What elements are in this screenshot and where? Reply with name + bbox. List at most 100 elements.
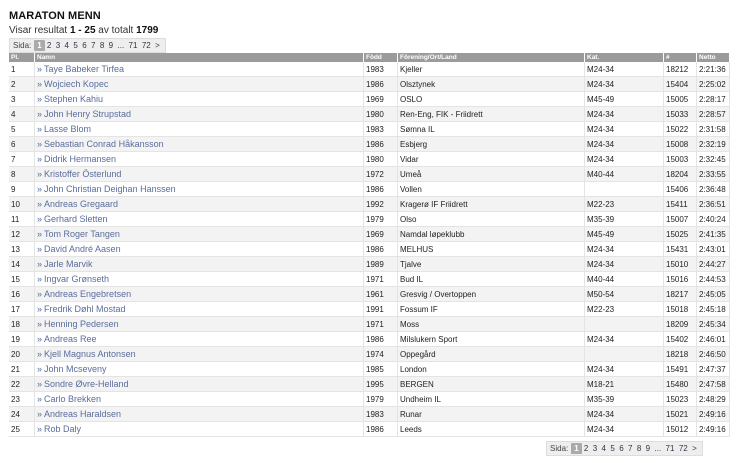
cell-born: 1986 bbox=[364, 182, 398, 197]
pager-top: Sida: 1 2 3 4 5 6 7 8 9... 71 72 > bbox=[9, 38, 166, 53]
pager-page-2[interactable]: 2 bbox=[45, 40, 54, 51]
pager-page-3[interactable]: 3 bbox=[54, 40, 63, 51]
cell-born: 1983 bbox=[364, 122, 398, 137]
runner-name-link[interactable]: Wojciech Kopec bbox=[44, 79, 108, 89]
cell-nr: 15480 bbox=[664, 377, 697, 392]
runner-name-link[interactable]: Sebastian Conrad Håkansson bbox=[44, 139, 164, 149]
pager-page-7[interactable]: 7 bbox=[89, 40, 98, 51]
pager-page-6[interactable]: 6 bbox=[80, 40, 89, 51]
double-chevron-icon: » bbox=[37, 94, 43, 104]
cell-born: 1971 bbox=[364, 317, 398, 332]
runner-name-link[interactable]: Carlo Brekken bbox=[44, 394, 101, 404]
cell-net: 2:25:02 bbox=[697, 77, 730, 92]
pager-page-8[interactable]: 8 bbox=[98, 40, 107, 51]
runner-name-link[interactable]: Kristoffer Österlund bbox=[44, 169, 121, 179]
pager-page-4[interactable]: 4 bbox=[599, 443, 608, 454]
runner-name-link[interactable]: Jarle Marvik bbox=[44, 259, 93, 269]
pager-page-2[interactable]: 2 bbox=[582, 443, 591, 454]
pager-page-71[interactable]: 71 bbox=[126, 40, 139, 51]
pager-page-1[interactable]: 1 bbox=[34, 40, 45, 51]
table-row: 4» John Henry Strupstad 1980 Ren-Eng, FIK -… bbox=[9, 107, 730, 122]
cell-nr: 15008 bbox=[664, 137, 697, 152]
pager-page-9[interactable]: 9 bbox=[643, 443, 652, 454]
runner-name-link[interactable]: Taye Babeker Tirfea bbox=[44, 64, 124, 74]
cell-name: » John Mcseveny bbox=[35, 362, 364, 377]
col-header-name[interactable]: Namn bbox=[35, 53, 364, 62]
runner-name-link[interactable]: Fredrik Døhl Mostad bbox=[44, 304, 126, 314]
table-row: 12» Tom Roger Tangen 1969 Namdal løpeklubb M… bbox=[9, 227, 730, 242]
runner-name-link[interactable]: David André Aasen bbox=[44, 244, 121, 254]
runner-name-link[interactable]: Kjell Magnus Antonsen bbox=[44, 349, 136, 359]
pager-page-5[interactable]: 5 bbox=[608, 443, 617, 454]
pager-next-button[interactable]: > bbox=[153, 40, 162, 51]
col-header-place[interactable]: Pl. bbox=[9, 53, 35, 62]
runner-name-link[interactable]: John Mcseveny bbox=[44, 364, 107, 374]
runner-name-link[interactable]: Gerhard Sletten bbox=[44, 214, 108, 224]
pager-pages: 1 2 3 4 5 6 7 8 9... 71 72 > bbox=[571, 443, 699, 454]
cell-born: 1979 bbox=[364, 392, 398, 407]
runner-name-link[interactable]: Stephen Kahiu bbox=[44, 94, 103, 104]
cell-club: Kragerø IF Friidrett bbox=[398, 197, 585, 212]
double-chevron-icon: » bbox=[37, 79, 43, 89]
cell-pl: 10 bbox=[9, 197, 35, 212]
runner-name-link[interactable]: John Christian Deighan Hanssen bbox=[44, 184, 176, 194]
pager-next-button[interactable]: > bbox=[690, 443, 699, 454]
pager-page-71[interactable]: 71 bbox=[663, 443, 676, 454]
runner-name-link[interactable]: Ingvar Grønseth bbox=[44, 274, 109, 284]
cell-pl: 1 bbox=[9, 62, 35, 77]
pager-page-5[interactable]: 5 bbox=[71, 40, 80, 51]
cell-born: 1983 bbox=[364, 407, 398, 422]
double-chevron-icon: » bbox=[37, 289, 43, 299]
cell-nr: 15025 bbox=[664, 227, 697, 242]
pager-page-8[interactable]: 8 bbox=[635, 443, 644, 454]
cell-nr: 15023 bbox=[664, 392, 697, 407]
cell-club: Leeds bbox=[398, 422, 585, 437]
pager-page-72[interactable]: 72 bbox=[677, 443, 690, 454]
runner-name-link[interactable]: Tom Roger Tangen bbox=[44, 229, 120, 239]
runner-name-link[interactable]: John Henry Strupstad bbox=[44, 109, 131, 119]
col-header-net[interactable]: Netto bbox=[697, 53, 730, 62]
runner-name-link[interactable]: Henning Pedersen bbox=[44, 319, 119, 329]
cell-pl: 19 bbox=[9, 332, 35, 347]
cell-club: Umeå bbox=[398, 167, 585, 182]
table-row: 2» Wojciech Kopec 1986 Olsztynek M24-34 15404… bbox=[9, 77, 730, 92]
double-chevron-icon: » bbox=[37, 334, 43, 344]
col-header-club[interactable]: Förening/Ort/Land bbox=[398, 53, 585, 62]
double-chevron-icon: » bbox=[37, 169, 43, 179]
runner-name-link[interactable]: Lasse Blom bbox=[44, 124, 91, 134]
cell-nr: 15021 bbox=[664, 407, 697, 422]
runner-name-link[interactable]: Sondre Øvre-Helland bbox=[44, 379, 129, 389]
pager-page-72[interactable]: 72 bbox=[140, 40, 153, 51]
runner-name-link[interactable]: Andreas Ree bbox=[44, 334, 97, 344]
cell-net: 2:47:58 bbox=[697, 377, 730, 392]
pager-page-6[interactable]: 6 bbox=[617, 443, 626, 454]
runner-name-link[interactable]: Andreas Haraldsen bbox=[44, 409, 121, 419]
col-header-category[interactable]: Kat. bbox=[585, 53, 664, 62]
table-header-row: Pl. Namn Född Förening/Ort/Land Kat. # N… bbox=[9, 53, 730, 62]
table-row: 1» Taye Babeker Tirfea 1983 Kjeller M24-34 18… bbox=[9, 62, 730, 77]
cell-pl: 12 bbox=[9, 227, 35, 242]
cell-cat bbox=[585, 347, 664, 362]
pager-page-3[interactable]: 3 bbox=[591, 443, 600, 454]
runner-name-link[interactable]: Andreas Engebretsen bbox=[44, 289, 131, 299]
table-row: 13» David André Aasen 1986 MELHUS M24-34 1543… bbox=[9, 242, 730, 257]
table-row: 3» Stephen Kahiu 1969 OSLO M45-49 15005 2:28:1… bbox=[9, 92, 730, 107]
cell-cat bbox=[585, 182, 664, 197]
runner-name-link[interactable]: Didrik Hermansen bbox=[44, 154, 116, 164]
pager-page-7[interactable]: 7 bbox=[626, 443, 635, 454]
col-header-born[interactable]: Född bbox=[364, 53, 398, 62]
pager-page-4[interactable]: 4 bbox=[62, 40, 71, 51]
cell-name: » Fredrik Døhl Mostad bbox=[35, 302, 364, 317]
page-title: MARATON MENN bbox=[9, 10, 101, 22]
pager-page-1[interactable]: 1 bbox=[571, 443, 582, 454]
col-header-bib[interactable]: # bbox=[664, 53, 697, 62]
runner-name-link[interactable]: Andreas Gregaard bbox=[44, 199, 118, 209]
cell-name: » Didrik Hermansen bbox=[35, 152, 364, 167]
results-page: MARATON MENN Visar resultat 1 - 25 av to… bbox=[0, 0, 738, 463]
pager-page-9[interactable]: 9 bbox=[106, 40, 115, 51]
cell-nr: 15010 bbox=[664, 257, 697, 272]
runner-name-link[interactable]: Rob Daly bbox=[44, 424, 81, 434]
cell-net: 2:21:36 bbox=[697, 62, 730, 77]
cell-born: 1979 bbox=[364, 212, 398, 227]
summary-middle: av totalt bbox=[95, 25, 137, 36]
